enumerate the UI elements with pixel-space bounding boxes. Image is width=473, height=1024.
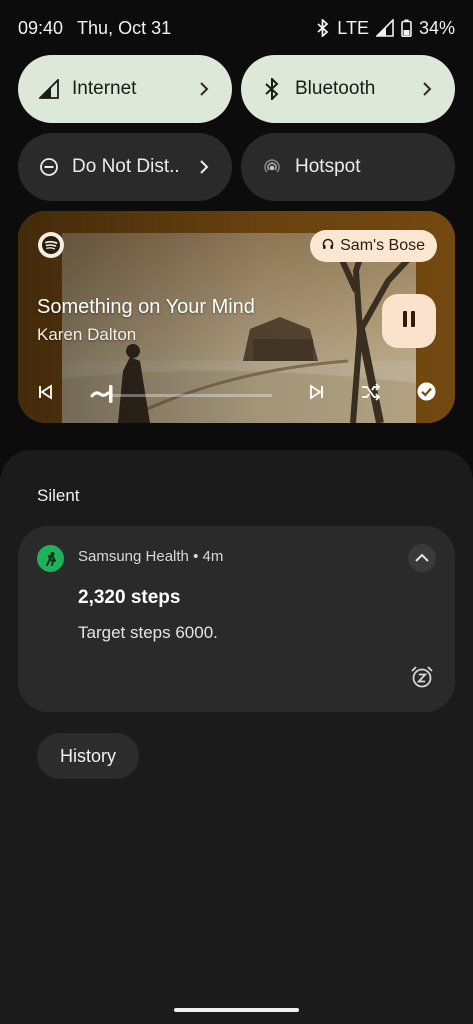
status-bar: 09:40 Thu, Oct 31 LTE 34% <box>0 0 473 56</box>
pause-button[interactable] <box>382 294 436 348</box>
chevron-right-icon <box>419 81 435 97</box>
previous-button[interactable] <box>34 383 56 405</box>
collapse-button[interactable] <box>408 544 436 572</box>
tile-hotspot-label: Hotspot <box>295 156 361 177</box>
output-device-chip[interactable]: Sam's Bose <box>310 230 437 262</box>
status-icons: LTE 34% <box>316 18 455 39</box>
chevron-right-icon <box>196 159 212 175</box>
status-date: Thu, Oct 31 <box>77 17 172 38</box>
chevron-up-icon <box>415 549 429 567</box>
shuffle-icon <box>361 382 381 406</box>
battery-percent: 34% <box>418 17 455 38</box>
signal-icon <box>375 19 394 37</box>
pause-icon <box>401 310 417 333</box>
notification-title: 2,320 steps <box>78 587 181 608</box>
battery-icon <box>401 19 412 37</box>
check-circle-icon <box>417 382 436 406</box>
cell-signal-icon <box>38 78 60 100</box>
seek-bar-track[interactable] <box>112 394 272 397</box>
do-not-disturb-icon <box>38 156 60 178</box>
tile-bluetooth-label: Bluetooth <box>295 78 376 99</box>
output-device-label: Sam's Bose <box>340 237 425 254</box>
song-artist: Karen Dalton <box>37 325 137 344</box>
chevron-right-icon <box>196 81 212 97</box>
next-button[interactable] <box>306 383 328 405</box>
tile-do-not-disturb[interactable]: Do Not Dist.. <box>18 133 232 201</box>
tile-internet[interactable]: Internet <box>18 55 232 123</box>
tile-bluetooth[interactable]: Bluetooth <box>241 55 455 123</box>
media-player[interactable]: Sam's Bose Something on Your Mind Karen … <box>18 211 455 423</box>
tile-hotspot[interactable]: Hotspot <box>241 133 455 201</box>
seek-bar-progress[interactable] <box>90 383 114 405</box>
spotify-icon[interactable] <box>38 232 64 258</box>
tile-dnd-label: Do Not Dist.. <box>72 156 180 177</box>
like-button[interactable] <box>416 382 436 406</box>
network-type: LTE <box>337 17 369 38</box>
tile-internet-label: Internet <box>72 78 137 99</box>
notification-header: Samsung Health • 4m <box>78 548 224 565</box>
hotspot-icon <box>261 156 283 178</box>
bluetooth-icon <box>316 19 330 37</box>
notification-card[interactable]: Samsung Health • 4m 2,320 steps Target s… <box>18 526 455 712</box>
gesture-navigation-bar[interactable] <box>174 1008 299 1012</box>
next-icon <box>309 383 325 405</box>
song-title: Something on Your Mind <box>37 296 255 318</box>
shuffle-button[interactable] <box>359 382 383 406</box>
previous-icon <box>37 383 53 405</box>
section-label-silent: Silent <box>37 486 80 505</box>
samsung-health-icon <box>37 545 64 572</box>
notification-text: Target steps 6000. <box>78 623 218 642</box>
snooze-alarm-icon <box>410 665 434 694</box>
snooze-button[interactable] <box>408 665 436 693</box>
headphones-icon <box>322 237 334 255</box>
status-time: 09:40 <box>18 17 64 38</box>
bluetooth-icon <box>261 78 283 100</box>
history-button[interactable]: History <box>37 733 140 779</box>
